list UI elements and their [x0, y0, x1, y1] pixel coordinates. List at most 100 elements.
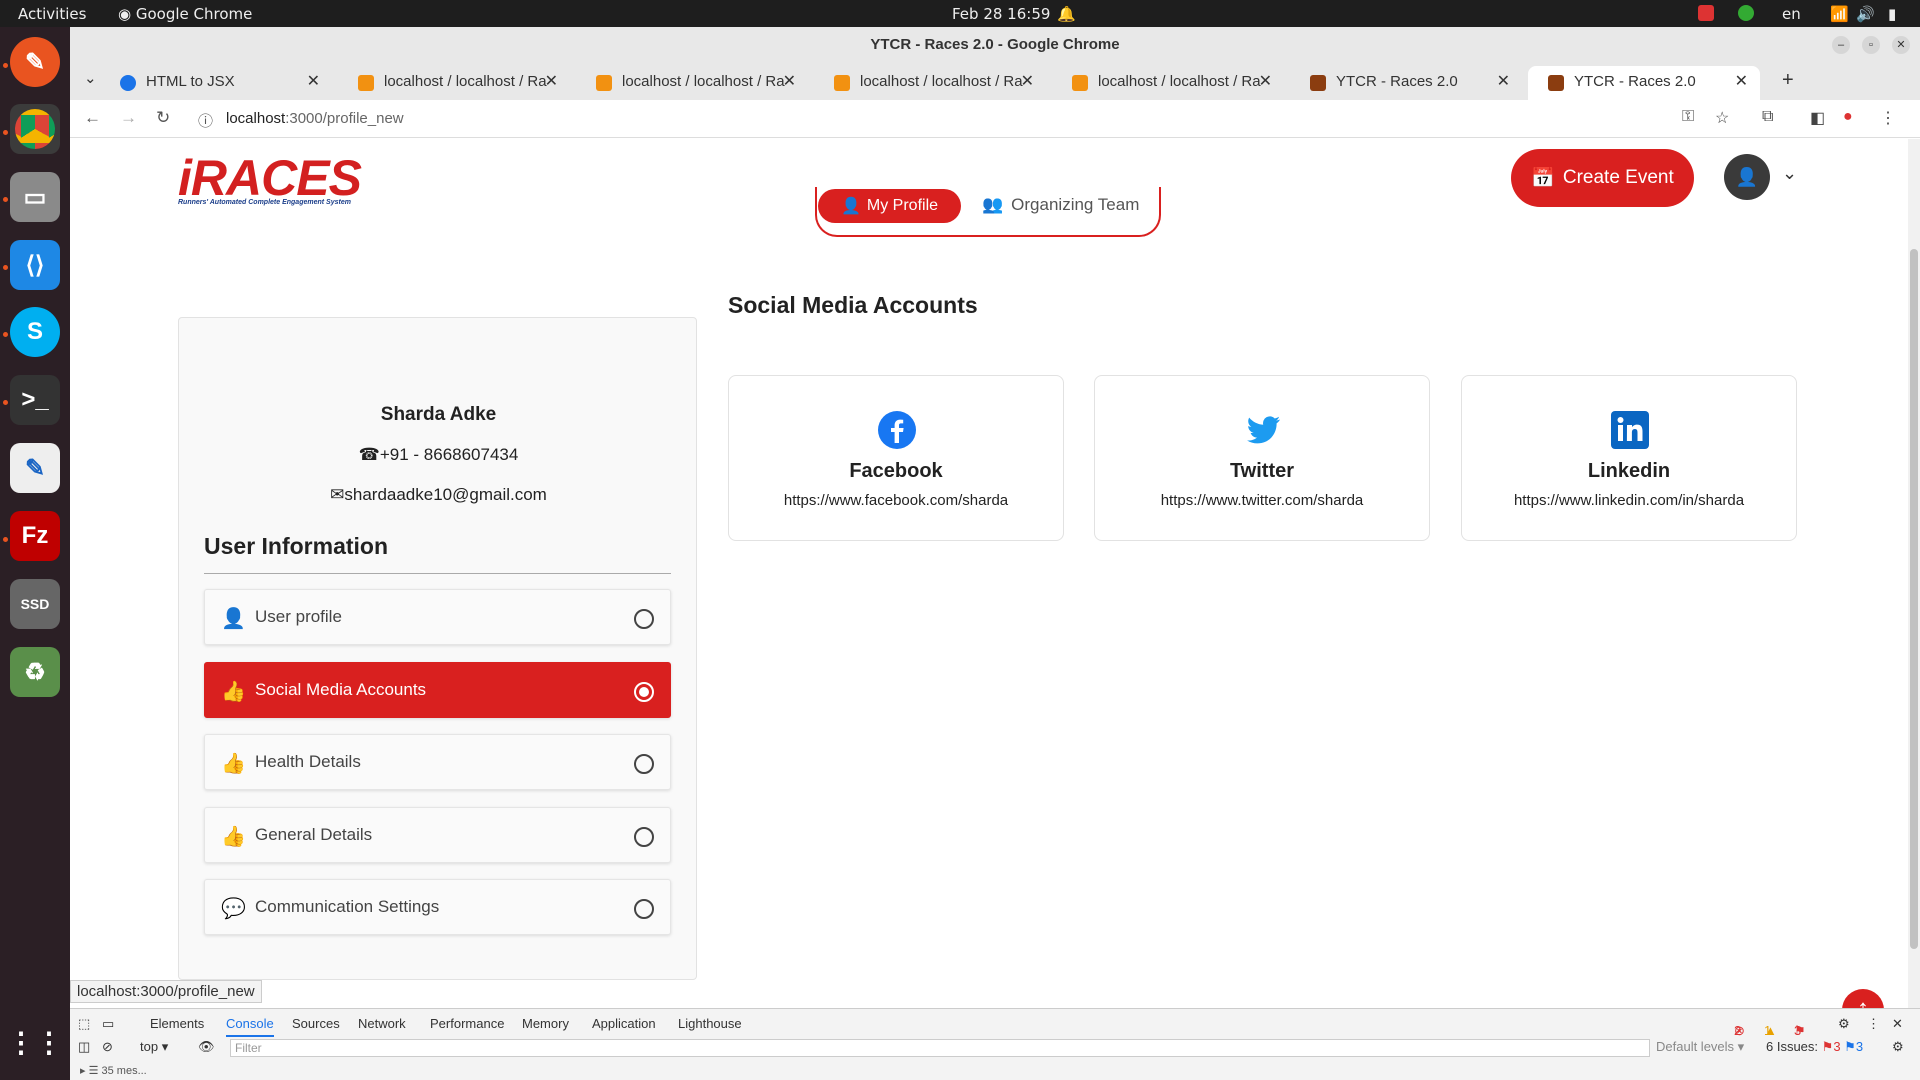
thumbs-up-icon: 👍	[221, 681, 246, 703]
tab-phpmyadmin[interactable]: localhost / localhost / Ra ✕	[576, 66, 808, 100]
profile-icon[interactable]: ●	[1843, 108, 1853, 126]
sidebar-item-social-media[interactable]: 👍 Social Media Accounts	[204, 662, 671, 718]
devtools-menu-icon[interactable]: ⋮	[1867, 1016, 1880, 1032]
radio-button[interactable]	[634, 609, 654, 629]
minimize-button[interactable]: –	[1832, 36, 1850, 54]
linkedin-card[interactable]: Linkedin https://www.linkedin.com/in/sha…	[1461, 375, 1797, 541]
tab-ytcr[interactable]: YTCR - Races 2.0 ✕	[1290, 66, 1522, 100]
sidebar-item-health-details[interactable]: 👍 Health Details	[204, 734, 671, 790]
vscode-app-icon[interactable]: ⟨⟩	[10, 240, 60, 290]
tab-network[interactable]: Network	[358, 1016, 406, 1031]
radio-button[interactable]	[634, 899, 654, 919]
tab-memory[interactable]: Memory	[522, 1016, 569, 1031]
close-tab-icon[interactable]: ✕	[1021, 66, 1034, 98]
facebook-card[interactable]: Facebook https://www.facebook.com/sharda	[728, 375, 1064, 541]
issue-info-count: ⚑3	[1844, 1039, 1864, 1054]
close-window-button[interactable]: ✕	[1892, 36, 1910, 54]
twitter-card[interactable]: Twitter https://www.twitter.com/sharda	[1094, 375, 1430, 541]
tab-organizing-team[interactable]: 👥 Organizing Team	[982, 195, 1139, 215]
radio-button[interactable]	[634, 754, 654, 774]
radio-button-selected[interactable]	[634, 682, 654, 702]
volume-icon[interactable]: 🔊	[1856, 5, 1875, 23]
site-info-icon[interactable]: ⓘ	[198, 110, 213, 131]
radio-button[interactable]	[634, 827, 654, 847]
tab-performance[interactable]: Performance	[430, 1016, 504, 1031]
sidebar-toggle-icon[interactable]: ◫	[78, 1039, 90, 1055]
tab-sources[interactable]: Sources	[292, 1016, 340, 1031]
close-tab-icon[interactable]: ✕	[1259, 66, 1272, 98]
sidebar-item-communication-settings[interactable]: 💬 Communication Settings	[204, 879, 671, 935]
eye-icon[interactable]: 👁	[198, 1039, 215, 1055]
close-tab-icon[interactable]: ✕	[545, 66, 558, 98]
user-email-value: shardaadke10@gmail.com	[344, 485, 547, 504]
close-tab-icon[interactable]: ✕	[1497, 66, 1510, 98]
tab-elements[interactable]: Elements	[150, 1016, 204, 1031]
console-settings-icon[interactable]: ⚙	[1892, 1039, 1904, 1055]
battery-icon[interactable]: ▮	[1888, 5, 1896, 23]
chrome-indicator[interactable]: ◉ Google Chrome	[118, 5, 252, 23]
devtools-settings-icon[interactable]: ⚙	[1838, 1016, 1850, 1032]
device-toggle-icon[interactable]: ▭	[102, 1016, 114, 1032]
side-panel-icon[interactable]: ◧	[1810, 108, 1825, 128]
tab-console[interactable]: Console	[226, 1016, 274, 1037]
tab-strip: ⌄ HTML to JSX ✕ localhost / localhost / R…	[70, 63, 1920, 100]
files-app-icon[interactable]: ▭	[10, 172, 60, 222]
chevron-down-icon[interactable]: ⌄	[1782, 163, 1797, 184]
sidebar-item-label: General Details	[255, 825, 373, 844]
create-event-button[interactable]: 📅 Create Event	[1511, 149, 1694, 207]
tab-phpmyadmin[interactable]: localhost / localhost / Ra ✕	[1052, 66, 1284, 100]
tab-lighthouse[interactable]: Lighthouse	[678, 1016, 742, 1031]
tab-phpmyadmin[interactable]: localhost / localhost / Ra ✕	[814, 66, 1046, 100]
messages-group[interactable]: ▸ ☰ 35 mes...	[80, 1064, 147, 1077]
inspect-icon[interactable]: ⬚	[78, 1016, 90, 1032]
key-icon[interactable]: ⚿	[1682, 108, 1694, 126]
tab-html-to-jsx[interactable]: HTML to JSX ✕	[100, 66, 332, 100]
back-icon[interactable]: ←	[84, 108, 101, 128]
update-icon[interactable]	[1738, 5, 1754, 21]
menu-icon[interactable]: ⋮	[1880, 108, 1896, 128]
wifi-icon[interactable]: 📶	[1830, 5, 1849, 23]
devtools-close-icon[interactable]: ✕	[1892, 1016, 1903, 1032]
language-indicator[interactable]: en	[1782, 5, 1801, 23]
new-tab-icon[interactable]: +	[1782, 69, 1794, 92]
clock[interactable]: Feb 28 16:59	[952, 5, 1050, 23]
scrollbar[interactable]	[1908, 139, 1920, 1019]
issues-count[interactable]: 6 Issues: ⚑3 ⚑3	[1766, 1039, 1863, 1055]
maximize-button[interactable]: ▫	[1862, 36, 1880, 54]
tab-my-profile[interactable]: 👤 My Profile	[818, 189, 961, 223]
record-icon[interactable]	[1698, 5, 1714, 21]
scrollbar-thumb[interactable]	[1910, 249, 1918, 949]
tab-ytcr-active[interactable]: YTCR - Races 2.0 ✕	[1528, 66, 1760, 100]
tab-label: localhost / localhost / Ra	[1098, 73, 1261, 90]
extensions-icon[interactable]: ⧉	[1762, 108, 1773, 126]
sidebar-item-user-profile[interactable]: 👤 User profile	[204, 589, 671, 645]
forward-icon[interactable]: →	[120, 108, 137, 128]
chrome-app-icon[interactable]	[10, 104, 60, 154]
activities-button[interactable]: Activities	[18, 5, 86, 23]
close-tab-icon[interactable]: ✕	[1735, 66, 1748, 98]
app-grid-icon[interactable]: ⋮⋮	[7, 1017, 63, 1067]
bookmark-star-icon[interactable]: ☆	[1715, 108, 1729, 128]
text-editor-app-icon[interactable]: ✎	[10, 443, 60, 493]
close-tab-icon[interactable]: ✕	[783, 66, 796, 98]
skype-app-icon[interactable]: S	[10, 307, 60, 357]
log-levels-select[interactable]: Default levels ▾	[1656, 1039, 1744, 1055]
sidebar-item-general-details[interactable]: 👍 General Details	[204, 807, 671, 863]
races-logo[interactable]: iRACES Runners' Automated Complete Engage…	[178, 149, 362, 206]
pen-app-icon[interactable]: ✎	[10, 37, 60, 87]
console-filter-input[interactable]: Filter	[230, 1039, 1650, 1057]
running-indicator	[3, 63, 8, 68]
url-field[interactable]: localhost:3000/profile_new	[226, 110, 404, 127]
close-tab-icon[interactable]: ✕	[307, 66, 320, 98]
trash-icon[interactable]: ♻	[10, 647, 60, 697]
terminal-app-icon[interactable]: >_	[10, 375, 60, 425]
ssd-drive-icon[interactable]: SSD	[10, 579, 60, 629]
reload-icon[interactable]: ↻	[156, 108, 170, 128]
avatar[interactable]: 👤	[1724, 154, 1770, 200]
tab-phpmyadmin[interactable]: localhost / localhost / Ra ✕	[338, 66, 570, 100]
clear-console-icon[interactable]: ⊘	[102, 1039, 113, 1055]
tab-application[interactable]: Application	[592, 1016, 656, 1031]
tab-search-icon[interactable]: ⌄	[84, 69, 97, 87]
context-select[interactable]: top ▾	[140, 1039, 168, 1055]
filezilla-app-icon[interactable]: Fz	[10, 511, 60, 561]
